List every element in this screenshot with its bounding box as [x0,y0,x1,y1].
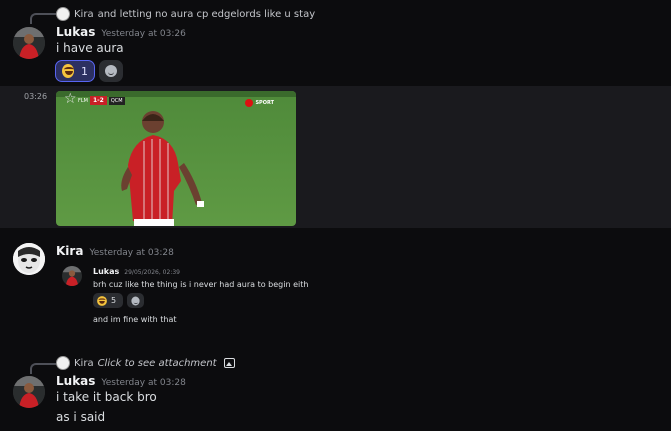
reply-preview[interactable]: Kira Click to see attachment [56,356,235,370]
reply-spine [30,13,56,24]
lukas-avatar[interactable] [13,376,45,408]
row-timestamp: 03:26 [24,92,48,101]
reply-preview[interactable]: Kira and letting no aura cp edgelords li… [56,7,315,21]
kira-mini-avatar [56,356,70,370]
channel-name: SPORT [255,100,274,106]
video-embed[interactable]: ☆ FLM 1-2 QCM SPORT [56,91,296,226]
laugh-reaction[interactable]: 1 [55,60,95,82]
quoted-laugh-reaction[interactable]: 5 [93,293,123,308]
message-text: as i said [56,410,106,424]
quoted-author[interactable]: Lukas [93,267,119,276]
quoted-text: brh cuz like the thing is i never had au… [93,280,309,289]
kira-avatar[interactable] [13,243,45,275]
quoted-followup-text: and im fine with that [93,315,177,324]
username[interactable]: Lukas [56,25,95,39]
image-icon [223,358,235,368]
reply-attachment-text[interactable]: Click to see attachment [98,358,217,369]
team-right: QCM [108,96,125,105]
reaction-count: 5 [111,296,117,305]
timestamp: Yesterday at 03:28 [89,248,174,258]
scoreboard: FLM 1-2 QCM [78,96,125,105]
reply-spine [30,363,56,374]
add-reaction-icon [131,296,140,305]
channel-dot-icon [245,99,254,107]
reply-text: and letting no aura cp edgelords like u … [97,8,316,20]
channel-logo: SPORT [245,99,274,107]
team-left: FLM [78,97,88,104]
add-reaction-button[interactable] [99,60,123,82]
star-icon[interactable]: ☆ [64,91,77,107]
quoted-add-reaction-button[interactable] [127,293,144,308]
reaction-count: 1 [81,64,88,78]
score: 1-2 [89,96,107,105]
timestamp: Yesterday at 03:28 [101,378,186,388]
reply-author: Kira [74,357,94,369]
kira-mini-avatar [56,7,70,21]
laughing-emoji-icon [62,64,74,78]
quoted-author-avatar[interactable] [62,266,82,286]
message-text: i have aura [56,41,124,55]
message-text: i take it back bro [56,390,157,404]
add-reaction-icon [105,65,117,77]
reply-author: Kira [74,8,94,20]
lukas-avatar[interactable] [13,27,45,59]
quoted-date: 29/05/2026, 02:39 [124,269,180,276]
video-frame [56,91,296,226]
timestamp: Yesterday at 03:26 [101,29,186,39]
laughing-emoji-icon [97,295,107,306]
username[interactable]: Kira [56,244,83,258]
username[interactable]: Lukas [56,374,95,388]
